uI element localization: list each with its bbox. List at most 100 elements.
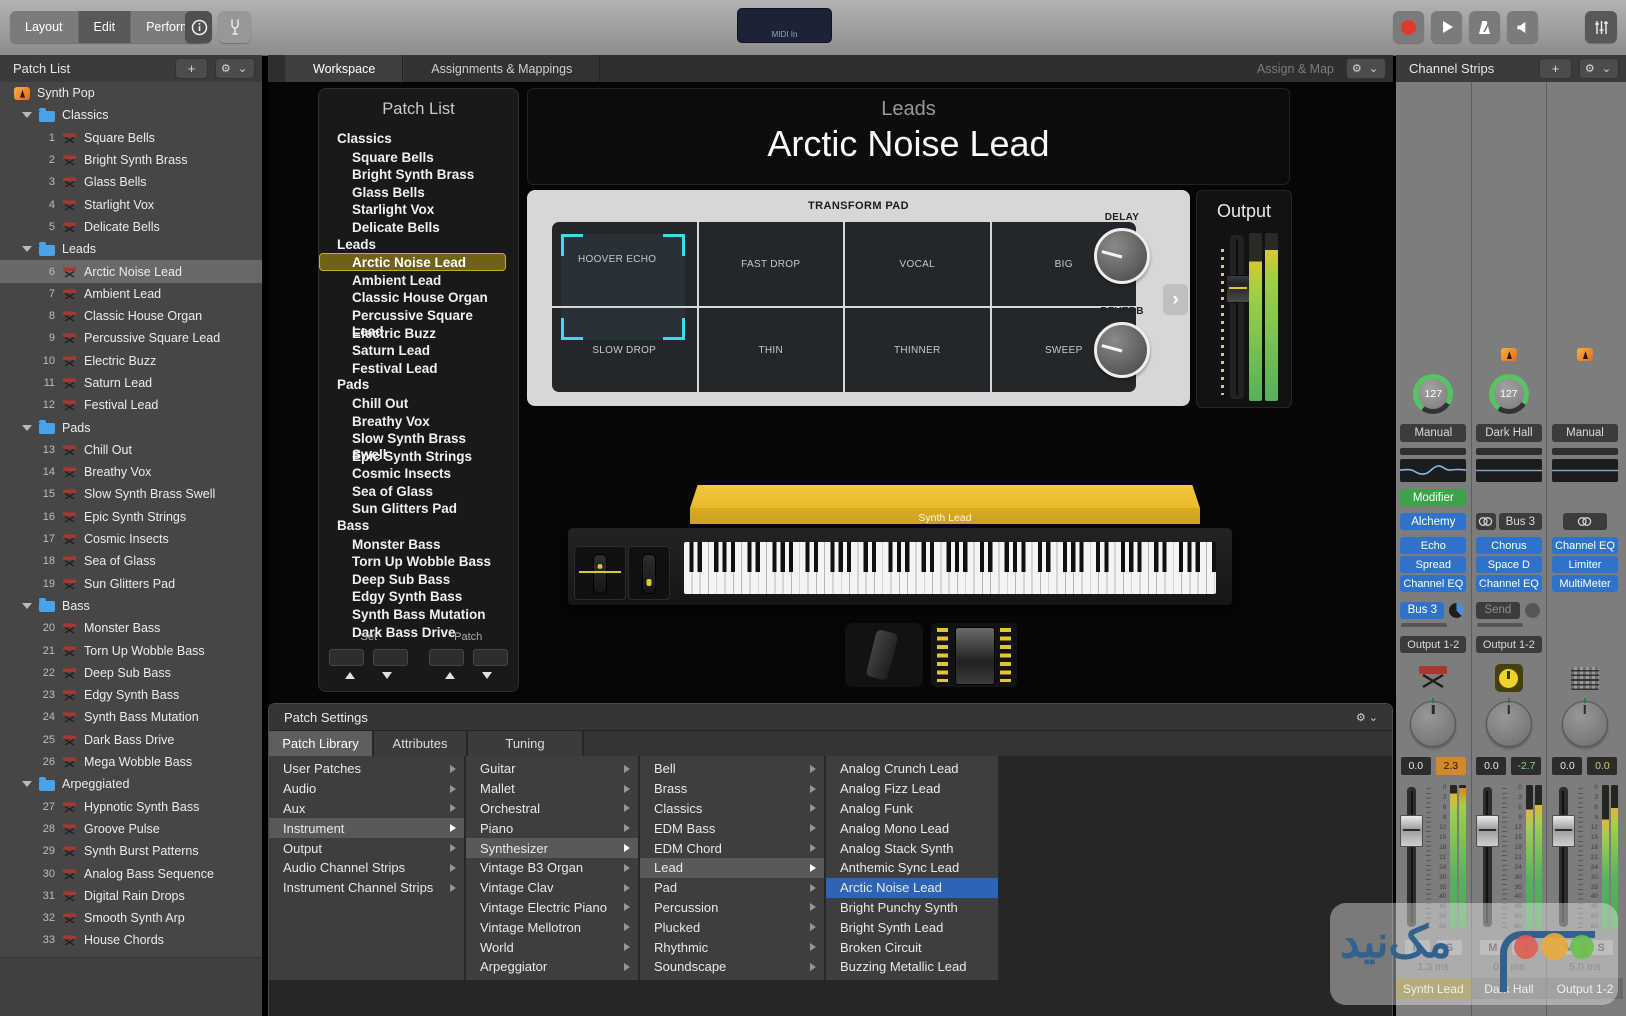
patch-list-row[interactable]: 25 Dark Bass Drive <box>0 729 262 751</box>
disclosure-triangle-icon[interactable] <box>22 112 32 119</box>
patch-list-row[interactable]: 20 Monster Bass <box>0 617 262 639</box>
expression-knob[interactable]: 127 <box>1413 374 1454 414</box>
strip-name[interactable]: Output 1-2 <box>1547 978 1623 999</box>
library-menu-item[interactable]: Classics <box>640 799 824 819</box>
patch-list-row[interactable]: 24 Synth Bass Mutation <box>0 706 262 728</box>
rotary-knob[interactable] <box>1094 322 1150 378</box>
library-menu-item[interactable]: Lead <box>640 857 824 878</box>
send-level-knob[interactable] <box>1449 602 1465 618</box>
master-mute-button[interactable] <box>1507 11 1538 43</box>
fader-cap[interactable] <box>1400 815 1424 847</box>
screen-patch-item[interactable]: Starlight Vox <box>319 200 506 218</box>
eq-thumbnail[interactable] <box>1551 459 1618 482</box>
effect-slot-button[interactable]: Space D <box>1475 556 1542 573</box>
patch-list-row[interactable]: Pads <box>0 416 262 438</box>
patch-list-row[interactable]: Leads <box>0 238 262 260</box>
library-menu-item[interactable]: Vintage Electric Piano <box>466 898 638 918</box>
sustain-pedal[interactable] <box>845 623 923 687</box>
patch-list-row[interactable]: 8 Classic House Organ <box>0 305 262 327</box>
transform-pad-cell[interactable]: FAST DROP <box>698 222 843 306</box>
screen-patch-item[interactable]: Sea of Glass <box>319 482 506 500</box>
library-menu-item[interactable]: Bright Synth Lead <box>826 917 998 937</box>
library-menu-item[interactable]: Percussion <box>640 898 824 918</box>
patch-list-row[interactable]: 29 Synth Burst Patterns <box>0 840 262 862</box>
effect-slot-button[interactable]: Chorus <box>1475 537 1542 554</box>
patch-list-row[interactable]: 5 Delicate Bells <box>0 216 262 238</box>
library-menu-item[interactable]: Instrument <box>269 818 464 839</box>
mode-button[interactable]: Edit <box>78 11 132 43</box>
library-menu-item[interactable]: Broken Circuit <box>826 937 998 957</box>
transform-pad-cell[interactable]: THIN <box>698 308 843 392</box>
send-level-knob[interactable] <box>1524 602 1540 618</box>
pan-value[interactable]: 0.0 <box>1476 757 1507 775</box>
library-menu-item[interactable]: Bell <box>640 759 824 779</box>
mod-wheel[interactable] <box>628 546 670 600</box>
fader-track[interactable] <box>1482 787 1492 927</box>
preset-selector-button[interactable]: Manual <box>1551 424 1618 442</box>
patch-list-row[interactable]: Arpeggiated <box>0 773 262 795</box>
expression-knob[interactable]: 127 <box>1488 374 1529 414</box>
library-menu-item[interactable]: Bright Punchy Synth <box>826 898 998 918</box>
screen-patch-item[interactable]: Percussive Square Lead <box>319 306 506 339</box>
metronome-button[interactable] <box>1469 11 1500 43</box>
volume-value[interactable]: 2.3 <box>1435 757 1466 775</box>
screen-patch-item[interactable]: Synth Bass Mutation <box>319 605 506 623</box>
patch-list-row[interactable]: 26 Mega Wobble Bass <box>0 751 262 773</box>
patch-list-row[interactable]: 17 Cosmic Insects <box>0 528 262 550</box>
modifier-plugin-button[interactable]: Modifier <box>1400 489 1467 506</box>
screen-patch-item[interactable]: Saturn Lead <box>319 341 506 359</box>
patch-list-row[interactable]: 27 Hypnotic Synth Bass <box>0 796 262 818</box>
library-menu-item[interactable]: Mallet <box>466 779 638 799</box>
effect-slot-button[interactable]: Limiter <box>1551 556 1618 573</box>
preset-selector-button[interactable]: Dark Hall <box>1475 424 1542 442</box>
library-menu-item[interactable]: World <box>466 937 638 957</box>
next-layer-chevron-button[interactable]: › <box>1163 284 1188 315</box>
transform-pad-cell[interactable]: VOCAL <box>845 222 990 306</box>
fader-cap[interactable] <box>1475 815 1499 847</box>
screen-patch-item[interactable]: Deep Sub Bass <box>319 570 506 588</box>
solo-button[interactable]: S <box>1511 939 1539 956</box>
volume-value[interactable]: -2.7 <box>1511 757 1542 775</box>
library-menu-item[interactable]: User Patches <box>269 759 464 779</box>
library-menu-item[interactable]: Arctic Noise Lead <box>826 877 998 898</box>
patch-list-row[interactable]: 16 Epic Synth Strings <box>0 506 262 528</box>
effect-slot-button[interactable]: Spread <box>1400 556 1467 573</box>
patch-settings-tab[interactable]: Attributes <box>374 731 468 756</box>
library-menu-item[interactable]: EDM Chord <box>640 838 824 858</box>
patch-list-row[interactable]: 11 Saturn Lead <box>0 372 262 394</box>
output-fader-track[interactable] <box>1230 235 1244 399</box>
effect-slot-button[interactable]: Channel EQ <box>1551 537 1618 554</box>
onscreen-keyboard[interactable] <box>568 528 1232 605</box>
patch-settings-action-menu[interactable]: ⚙ ⌄ <box>1356 711 1378 724</box>
info-button[interactable] <box>185 11 212 43</box>
library-menu-item[interactable]: Arpeggiator <box>466 957 638 977</box>
patch-list-row[interactable]: 32 Smooth Synth Arp <box>0 907 262 929</box>
library-menu-item[interactable]: Brass <box>640 779 824 799</box>
screen-patch-item[interactable]: Sun Glitters Pad <box>319 499 506 517</box>
expression-pedal[interactable] <box>931 623 1017 687</box>
disclosure-triangle-icon[interactable] <box>22 781 32 788</box>
effect-slot-button[interactable]: Echo <box>1400 537 1467 554</box>
library-menu-item[interactable]: Analog Funk <box>826 799 998 819</box>
library-menu-item[interactable]: Orchestral <box>466 799 638 819</box>
patch-list-row[interactable]: 28 Groove Pulse <box>0 818 262 840</box>
library-menu-item[interactable]: Analog Mono Lead <box>826 818 998 838</box>
solo-button[interactable]: S <box>1587 939 1615 956</box>
patch-list-row[interactable]: 1 Square Bells <box>0 127 262 149</box>
pitch-wheel[interactable] <box>574 546 626 600</box>
pan-knob[interactable] <box>1561 701 1608 747</box>
effect-slot-button[interactable]: MultiMeter <box>1551 575 1618 592</box>
screen-patch-item[interactable]: Electric Buzz <box>319 324 506 342</box>
effect-slot-button[interactable]: Channel EQ <box>1400 575 1467 592</box>
patch-list-row[interactable]: 21 Torn Up Wobble Bass <box>0 639 262 661</box>
strip-name[interactable]: Synth Lead <box>1396 978 1471 999</box>
eq-thumbnail[interactable] <box>1475 459 1542 482</box>
patch-list-row[interactable]: 3 Glass Bells <box>0 171 262 193</box>
send-destination-button[interactable]: Send <box>1475 601 1520 619</box>
library-menu-item[interactable]: EDM Bass <box>640 818 824 838</box>
library-menu-item[interactable]: Guitar <box>466 759 638 779</box>
library-menu-item[interactable]: Buzzing Metallic Lead <box>826 957 998 977</box>
library-menu-item[interactable]: Rhythmic <box>640 937 824 957</box>
patch-list-row[interactable]: 23 Edgy Synth Bass <box>0 684 262 706</box>
patch-list-row[interactable]: Classics <box>0 104 262 126</box>
